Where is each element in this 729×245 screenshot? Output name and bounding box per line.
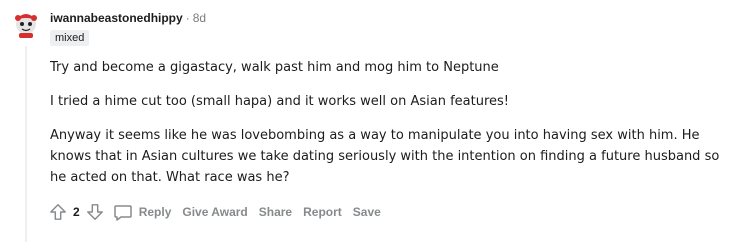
save-label: Save [352, 205, 381, 219]
save-button[interactable]: Save [353, 205, 381, 219]
comment-age[interactable]: 8d [193, 11, 206, 25]
share-label: Share [258, 205, 293, 219]
user-flair: mixed [50, 30, 90, 46]
share-button[interactable]: Share [259, 205, 292, 219]
downvote-button[interactable] [85, 202, 105, 222]
meta-separator: · [185, 11, 190, 25]
reply-label: Reply [138, 205, 172, 219]
upvote-arrow-icon [50, 204, 66, 220]
comment-paragraph: Try and become a gigastacy, walk past hi… [50, 60, 499, 75]
comment-paragraph: I tried a hime cut too (small hapa) and … [50, 94, 509, 109]
reply-button[interactable]: Reply [113, 202, 172, 222]
give-award-button[interactable]: Give Award [182, 205, 247, 219]
report-button[interactable]: Report [303, 205, 342, 219]
comment-header: iwannabeastonedhippy · 8d [50, 11, 206, 25]
username[interactable]: iwannabeastonedhippy [50, 11, 183, 25]
comment-actions: 2 Reply Give Award Share Report Save [48, 201, 381, 223]
comment-bubble-icon [113, 205, 132, 221]
comment-paragraph: Anyway it seems like he was lovebombing … [50, 128, 720, 185]
downvote-arrow-icon [86, 204, 103, 220]
user-avatar[interactable] [11, 8, 41, 38]
comment-body: Try and become a gigastacy, walk past hi… [50, 57, 720, 201]
thread-line[interactable] [25, 46, 27, 242]
upvote-button[interactable] [48, 202, 68, 222]
vote-score: 2 [73, 205, 80, 219]
report-label: Report [303, 205, 342, 219]
give-award-label: Give Award [182, 205, 248, 219]
